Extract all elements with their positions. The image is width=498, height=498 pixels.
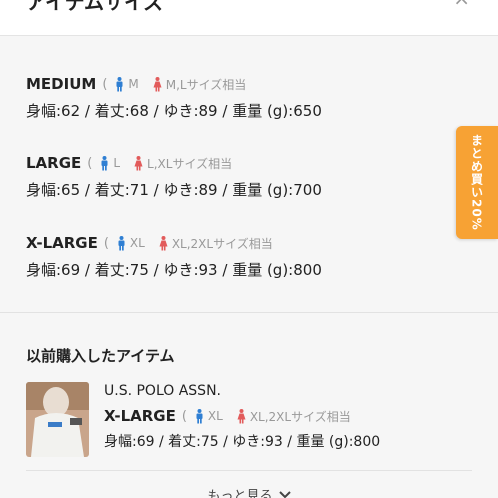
brand-name: U.S. POLO ASSN. (104, 383, 221, 399)
size-medium: MEDIUM ( M M,Lサイズ相当 身幅:62 / 着丈:68 / ゆき:8… (26, 73, 322, 121)
modal-title: アイテムサイズ (26, 0, 164, 14)
female-size-label: L,XLサイズ相当 (147, 156, 233, 171)
paren: ( (87, 155, 93, 171)
show-more-button[interactable]: もっと見る (0, 485, 498, 498)
male-size: L (100, 155, 121, 171)
size-detail: 身幅:69 / 着丈:75 / ゆき:93 / 重量 (g):800 (26, 261, 322, 279)
female-icon (134, 155, 143, 170)
male-size: XL (117, 235, 145, 251)
female-size-label: M,Lサイズ相当 (165, 77, 247, 92)
purchase-history: 以前購入したアイテム U.S. POLO ASSN. X-LARGE ( XL … (0, 313, 498, 498)
female-icon (159, 235, 168, 250)
size-name: MEDIUM (26, 75, 97, 93)
size-detail: 身幅:69 / 着丈:75 / ゆき:93 / 重量 (g):800 (104, 434, 381, 450)
male-size-label: XL (129, 236, 145, 250)
history-item[interactable]: U.S. POLO ASSN. X-LARGE ( XL XL,2XLサイズ相当… (104, 383, 380, 451)
male-size-label: M (128, 77, 139, 91)
size-name: LARGE (26, 154, 82, 172)
female-size-label: XL,2XLサイズ相当 (249, 409, 351, 424)
history-title: 以前購入したアイテム (26, 347, 175, 365)
female-size: XL,2XLサイズ相当 (237, 408, 351, 425)
bulk-discount-tab[interactable]: まとめ買い20% (456, 126, 498, 239)
bulk-discount-label: まとめ買い20% (469, 134, 484, 231)
paren: ( (103, 235, 109, 251)
male-size-label: L (113, 156, 121, 170)
history-divider (26, 470, 472, 471)
female-icon (153, 76, 162, 91)
male-icon (116, 76, 123, 91)
size-name: X-LARGE (104, 407, 176, 425)
male-size-label: XL (207, 409, 223, 423)
female-size: M,Lサイズ相当 (153, 76, 247, 93)
female-size-label: XL,2XLサイズ相当 (171, 236, 273, 251)
male-size: M (115, 76, 139, 92)
item-thumbnail[interactable] (26, 382, 89, 457)
size-large: LARGE ( L L,XLサイズ相当 身幅:65 / 着丈:71 / ゆき:8… (26, 152, 322, 200)
size-list: MEDIUM ( M M,Lサイズ相当 身幅:62 / 着丈:68 / ゆき:8… (0, 37, 498, 312)
female-size: XL,2XLサイズ相当 (159, 235, 273, 252)
size-x-large: X-LARGE ( XL XL,2XLサイズ相当 身幅:69 / 着丈:75 /… (26, 232, 322, 280)
modal-header: アイテムサイズ × (0, 0, 498, 36)
paren: ( (181, 408, 187, 424)
size-detail: 身幅:65 / 着丈:71 / ゆき:89 / 重量 (g):700 (26, 181, 322, 199)
male-icon (118, 235, 125, 250)
close-icon[interactable]: × (453, 0, 470, 10)
male-icon (196, 408, 203, 423)
paren: ( (102, 76, 108, 92)
show-more-label: もっと見る (207, 489, 273, 498)
size-detail: 身幅:62 / 着丈:68 / ゆき:89 / 重量 (g):650 (26, 102, 322, 120)
chevron-down-icon (278, 490, 291, 498)
female-icon (237, 408, 246, 423)
male-size: XL (195, 408, 223, 424)
male-icon (101, 155, 108, 170)
size-name: X-LARGE (26, 234, 98, 252)
female-size: L,XLサイズ相当 (134, 155, 232, 172)
